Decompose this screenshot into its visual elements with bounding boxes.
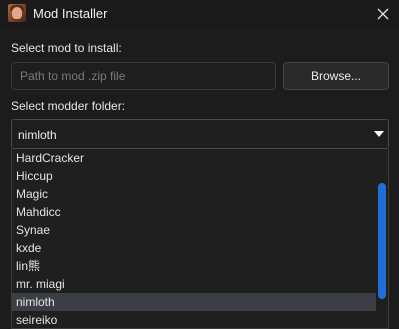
- app-avatar-icon: [8, 4, 26, 22]
- dropdown-item[interactable]: Mahdicc: [12, 203, 378, 221]
- close-icon: [377, 8, 389, 20]
- browse-button[interactable]: Browse...: [283, 62, 389, 90]
- dropdown-item[interactable]: lin熊: [12, 257, 378, 275]
- close-button[interactable]: [371, 2, 395, 26]
- scrollbar-thumb[interactable]: [378, 183, 386, 299]
- mod-path-input[interactable]: [11, 62, 276, 90]
- dropdown-item[interactable]: Magic: [12, 185, 378, 203]
- modder-folder-select[interactable]: nimloth: [11, 119, 389, 149]
- dropdown-item[interactable]: HardCracker: [12, 149, 378, 167]
- dropdown-item[interactable]: kxde: [12, 239, 378, 257]
- title-bar: Mod Installer: [0, 0, 399, 28]
- dropdown-scrollbar[interactable]: [376, 149, 388, 328]
- dropdown-item[interactable]: seireiko: [12, 311, 378, 328]
- browse-button-label: Browse...: [310, 69, 361, 83]
- dropdown-item[interactable]: Hiccup: [12, 167, 378, 185]
- modder-folder-selected-value: nimloth: [18, 128, 57, 142]
- modder-folder-dropdown: HardCracker Hiccup Magic Mahdicc Synae k…: [11, 149, 389, 329]
- chevron-down-icon: [374, 131, 384, 137]
- dropdown-item[interactable]: Synae: [12, 221, 378, 239]
- mod-installer-window: Mod Installer Select mod to install: Bro…: [0, 0, 399, 329]
- dropdown-item-selected[interactable]: nimloth: [12, 293, 378, 311]
- select-folder-label: Select modder folder:: [11, 99, 126, 113]
- dropdown-item[interactable]: mr. miagi: [12, 275, 378, 293]
- dropdown-list: HardCracker Hiccup Magic Mahdicc Synae k…: [12, 149, 378, 328]
- select-mod-label: Select mod to install:: [11, 41, 122, 55]
- window-title: Mod Installer: [33, 6, 108, 21]
